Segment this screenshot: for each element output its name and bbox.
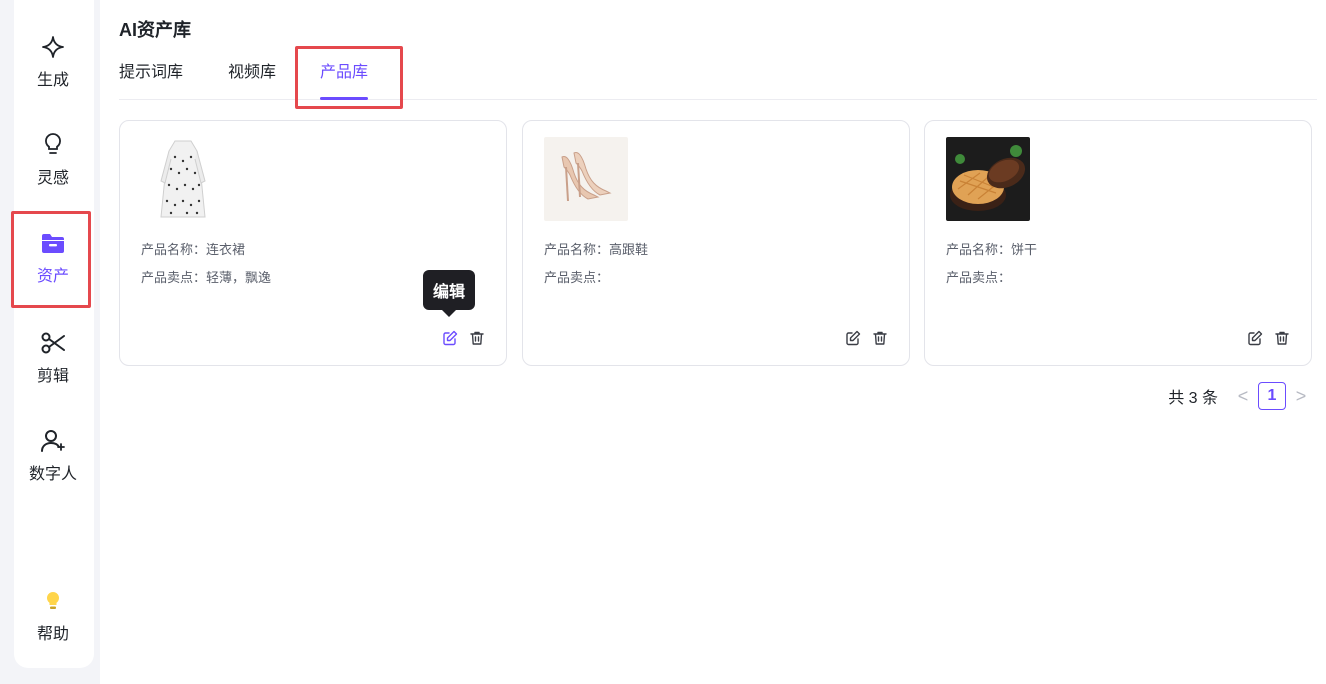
edit-icon [845, 330, 861, 351]
delete-button[interactable] [871, 331, 889, 349]
nav-item-digital-human[interactable]: 数字人 [14, 416, 92, 496]
bulb-help-icon [40, 588, 66, 614]
nav-item-inspiration[interactable]: 灵感 [14, 120, 92, 200]
product-points-field: 产品卖点： [544, 270, 610, 285]
tab-products[interactable]: 产品库 [320, 58, 369, 100]
nav-label: 数字人 [28, 466, 77, 483]
next-page-button[interactable]: > [1290, 386, 1312, 407]
nav-label: 生成 [36, 72, 69, 89]
prev-page-button[interactable]: < [1232, 386, 1254, 407]
sidebar: 生成 灵感 资产 剪辑 数字人 帮助 [14, 0, 94, 668]
edit-tooltip: 编辑 [423, 270, 476, 317]
tab-prompts[interactable]: 提示词库 [119, 58, 183, 100]
product-points-field: 产品卖点：轻薄，飘逸 [141, 270, 272, 285]
cookie-image [946, 137, 1030, 221]
nav-item-assets[interactable]: 资产 [14, 218, 92, 298]
trash-icon [1274, 330, 1290, 351]
dress-image [141, 137, 225, 221]
nav-label: 剪辑 [36, 368, 69, 385]
lightbulb-icon [40, 132, 66, 158]
folder-icon [40, 230, 66, 256]
scissors-icon [40, 330, 66, 356]
sparkle-icon [40, 34, 66, 60]
page-number-1[interactable]: 1 [1258, 382, 1286, 410]
nav-item-edit[interactable]: 剪辑 [14, 318, 92, 398]
nav-item-generate[interactable]: 生成 [14, 22, 92, 102]
nav-label: 资产 [36, 268, 69, 285]
pagination: 共 3 条 < 1 > [1168, 380, 1312, 412]
product-name-field: 产品名称：连衣裙 [141, 242, 246, 257]
nav-item-help[interactable]: 帮助 [14, 576, 92, 656]
product-name-field: 产品名称：饼干 [946, 242, 1038, 257]
product-card[interactable]: 产品名称：连衣裙 产品卖点：轻薄，飘逸 [119, 120, 507, 366]
trash-icon [469, 330, 485, 351]
main-panel: AI资产库 提示词库 视频库 产品库 产品名称：连衣裙 产品卖点：轻薄，飘逸 编… [100, 0, 1326, 684]
user-plus-icon [40, 428, 66, 454]
product-card[interactable]: 产品名称：饼干 产品卖点： [924, 120, 1312, 366]
total-count: 共 3 条 [1168, 390, 1218, 407]
product-points-field: 产品卖点： [946, 270, 1012, 285]
edit-button[interactable] [844, 330, 862, 351]
edit-icon [442, 330, 458, 351]
high-heels-image [544, 137, 628, 221]
product-name-field: 产品名称：高跟鞋 [544, 242, 649, 257]
tab-bar: 提示词库 视频库 产品库 [119, 58, 1317, 100]
delete-button[interactable] [468, 331, 486, 349]
edit-button[interactable] [441, 330, 459, 351]
edit-button[interactable] [1246, 330, 1264, 351]
page-title: AI资产库 [119, 20, 191, 40]
delete-button[interactable] [1273, 331, 1291, 349]
nav-label: 帮助 [36, 626, 69, 643]
nav-label: 灵感 [36, 170, 69, 187]
tab-underline [320, 97, 369, 100]
trash-icon [872, 330, 888, 351]
product-card[interactable]: 产品名称：高跟鞋 产品卖点： [522, 120, 910, 366]
edit-icon [1247, 330, 1263, 351]
tab-label: 产品库 [320, 64, 369, 81]
tab-videos[interactable]: 视频库 [228, 58, 276, 100]
